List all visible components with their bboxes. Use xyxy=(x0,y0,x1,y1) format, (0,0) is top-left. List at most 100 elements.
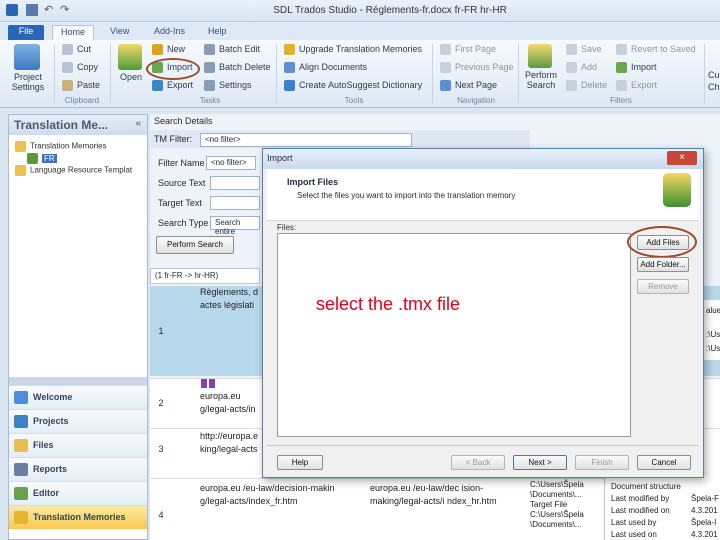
export-button[interactable]: Export xyxy=(152,80,193,92)
add-folder-button[interactable]: Add Folder... xyxy=(637,257,689,272)
window-title: SDL Trados Studio - Réglements-fr.docx f… xyxy=(273,5,507,16)
tm-filter-select[interactable]: <no filter> xyxy=(200,133,412,147)
prop-value: Špela-F xyxy=(691,494,720,503)
source-text-input[interactable] xyxy=(210,176,260,190)
batch-delete-button[interactable]: Batch Delete xyxy=(204,62,271,74)
separator xyxy=(276,44,277,104)
project-settings-icon[interactable] xyxy=(14,44,40,70)
dialog-title-bar: Import × xyxy=(263,149,703,169)
folder-icon xyxy=(15,141,26,152)
prop-value: Špela-I xyxy=(691,518,717,527)
filter-import-button[interactable]: Import xyxy=(616,62,657,74)
search-type-select[interactable]: Search entire xyxy=(210,216,260,236)
gear-icon xyxy=(204,80,215,92)
import-highlight-circle xyxy=(146,58,200,80)
dialog-title: Import xyxy=(267,153,293,163)
batch-edit-label: Batch Edit xyxy=(219,44,261,54)
target-text-label: Target Text xyxy=(158,198,202,208)
finish-button[interactable]: Finish xyxy=(575,455,629,470)
tree-label: FR xyxy=(42,153,57,163)
copy-button[interactable]: Copy xyxy=(62,62,98,74)
nav-title-text: Translation Me... xyxy=(14,118,109,132)
tab-add-ins[interactable]: Add-Ins xyxy=(146,25,193,40)
autosuggest-button[interactable]: Create AutoSuggest Dictionary xyxy=(284,80,422,92)
save-icon[interactable] xyxy=(26,4,38,16)
tree-item-language-resource[interactable]: Language Resource Templat xyxy=(15,165,132,176)
nav-button-projects[interactable]: Projects xyxy=(9,409,147,433)
ribbon-cut-label-2: Ch xyxy=(708,82,720,92)
batch-delete-icon xyxy=(204,62,215,74)
files-label: Files: xyxy=(277,223,297,232)
editor-icon xyxy=(14,487,28,500)
welcome-icon xyxy=(14,391,28,404)
cut-icon xyxy=(62,44,73,56)
separator xyxy=(704,44,705,104)
filter-add-button[interactable]: Add xyxy=(566,62,597,74)
perform-search-icon[interactable] xyxy=(528,44,552,68)
meta-line: \Documents\... xyxy=(530,490,582,499)
pane-splitter[interactable] xyxy=(9,377,147,385)
nav-button-editor[interactable]: Editor xyxy=(9,481,147,505)
navigation-group-label: Navigation xyxy=(457,96,495,105)
previous-page-button[interactable]: Previous Page xyxy=(440,62,514,74)
tab-home[interactable]: Home xyxy=(52,25,95,40)
open-button[interactable]: Open xyxy=(120,72,142,82)
undo-icon[interactable]: ↶ xyxy=(44,4,56,16)
nav-title: Translation Me... « xyxy=(9,115,147,135)
upgrade-tm-button[interactable]: Upgrade Translation Memories xyxy=(284,44,422,56)
nav-label: Files xyxy=(33,440,54,450)
filter-name-select[interactable]: <no filter> xyxy=(206,156,256,170)
ribbon-tabs: File Home View Add-Ins Help xyxy=(0,22,720,40)
tm-open-icon[interactable] xyxy=(118,44,142,70)
tab-help[interactable]: Help xyxy=(200,25,235,40)
redo-icon[interactable]: ↷ xyxy=(60,4,72,16)
nav-button-translation-memories[interactable]: Translation Memories xyxy=(9,505,147,529)
nav-button-welcome[interactable]: Welcome xyxy=(9,385,147,409)
filter-export-button[interactable]: Export xyxy=(616,80,658,92)
upgrade-icon xyxy=(284,44,295,56)
remove-button[interactable]: Remove xyxy=(637,279,689,294)
row-source-text: europa.eu /eu-law/decision-makin g/legal… xyxy=(200,483,335,506)
batch-edit-icon xyxy=(204,44,215,56)
batch-edit-button[interactable]: Batch Edit xyxy=(204,44,261,56)
paste-button[interactable]: Paste xyxy=(62,80,100,92)
tm-filter-label: TM Filter: xyxy=(154,134,192,144)
first-page-button[interactable]: First Page xyxy=(440,44,496,56)
prop-name: Last modified by xyxy=(611,494,670,503)
filter-export-label: Export xyxy=(631,80,658,90)
new-button[interactable]: New xyxy=(152,44,185,56)
filter-delete-button[interactable]: Delete xyxy=(566,80,607,92)
nav-button-reports[interactable]: Reports xyxy=(9,457,147,481)
cancel-button[interactable]: Cancel xyxy=(637,455,691,470)
nav-label: Editor xyxy=(33,488,59,498)
align-documents-button[interactable]: Align Documents xyxy=(284,62,367,74)
project-settings-button[interactable]: Project Settings xyxy=(8,72,48,92)
target-text-input[interactable] xyxy=(210,196,260,210)
tree-item-fr[interactable]: FR xyxy=(27,153,57,164)
revert-to-saved-button[interactable]: Revert to Saved xyxy=(616,44,696,56)
tab-view[interactable]: View xyxy=(102,25,137,40)
close-icon[interactable]: × xyxy=(667,151,697,165)
perform-search-button[interactable]: Perform Search xyxy=(156,236,234,254)
tab-file[interactable]: File xyxy=(8,25,44,40)
settings-button[interactable]: Settings xyxy=(204,80,252,92)
instruction-annotation: select the .tmx file xyxy=(316,294,461,314)
tree-item-translation-memories[interactable]: Translation Memories xyxy=(15,141,107,152)
tag-icon xyxy=(200,378,216,389)
paste-icon xyxy=(62,80,73,92)
next-button[interactable]: Next > xyxy=(513,455,567,470)
files-list[interactable] xyxy=(277,233,631,437)
help-button[interactable]: Help xyxy=(277,455,323,470)
perform-search-button[interactable]: Perform Search xyxy=(524,70,558,90)
filter-save-button[interactable]: Save xyxy=(566,44,602,56)
row-number: 2 xyxy=(158,398,164,408)
collapse-icon[interactable]: « xyxy=(135,118,141,129)
row-number: 1 xyxy=(158,326,164,336)
cut-button[interactable]: Cut xyxy=(62,44,91,56)
ribbon-cut-label-1: Cu xyxy=(708,70,720,80)
separator xyxy=(518,44,519,104)
nav-button-files[interactable]: Files xyxy=(9,433,147,457)
back-button[interactable]: < Back xyxy=(451,455,505,470)
next-page-button[interactable]: Next Page xyxy=(440,80,497,92)
filter-icon xyxy=(566,44,577,56)
